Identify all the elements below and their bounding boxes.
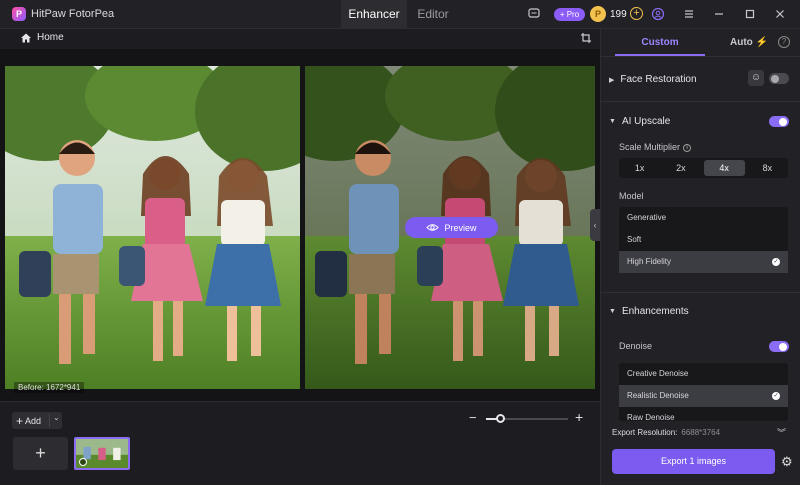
coin-count: 199 <box>610 9 627 20</box>
crop-icon[interactable] <box>580 32 592 44</box>
model-option-soft[interactable]: Soft <box>619 229 788 251</box>
scale-option-1x[interactable]: 1x <box>619 158 660 178</box>
face-icon[interactable]: ☺ <box>748 70 764 86</box>
model-list: Generative Soft High Fidelity ✓ <box>619 207 788 273</box>
tab-enhancer[interactable]: Enhancer <box>341 0 407 29</box>
divider <box>601 101 800 102</box>
ai-upscale-toggle[interactable] <box>769 116 789 127</box>
scale-multiplier-label: Scale Multiplier i <box>619 142 692 152</box>
face-restoration-toggle[interactable] <box>769 73 789 84</box>
pro-upgrade-button[interactable]: + Pro <box>554 8 585 21</box>
bottom-toolbar: + Add ⌄ − + + <box>0 401 600 485</box>
ai-upscale-header[interactable]: ▼ AI Upscale <box>609 116 670 127</box>
before-size-label: Before: 1672*941 <box>14 382 85 393</box>
tab-editor[interactable]: Editor <box>410 0 456 29</box>
close-icon[interactable] <box>773 7 787 21</box>
enhancements-label: Enhancements <box>621 306 689 317</box>
divider <box>601 292 800 293</box>
model-label: Model <box>619 191 644 201</box>
tab-custom[interactable]: Custom <box>601 29 719 56</box>
add-image-button[interactable]: + <box>13 437 68 470</box>
minimize-icon[interactable] <box>712 7 726 21</box>
help-icon[interactable]: ? <box>778 36 790 48</box>
denoise-option-label: Realistic Denoise <box>627 391 689 400</box>
double-chevron-down-icon[interactable]: ︾ <box>777 426 786 439</box>
check-icon: ✓ <box>772 258 780 266</box>
app-logo: P <box>12 7 26 21</box>
export-button[interactable]: Export 1 images <box>612 449 775 474</box>
info-icon[interactable]: i <box>683 144 692 152</box>
export-resolution-value: 6688*3764 <box>681 428 721 437</box>
preview-label: Preview <box>444 222 477 233</box>
check-icon: ✓ <box>772 392 780 400</box>
denoise-option-realistic[interactable]: Realistic Denoise ✓ <box>619 385 788 407</box>
account-icon[interactable] <box>651 7 665 21</box>
thumbnail-status-icon <box>79 458 87 466</box>
collapse-icon: ▼ <box>609 308 616 315</box>
image-canvas: Before: 1672*941 Preview ‹ <box>0 49 600 401</box>
scale-option-4x[interactable]: 4x <box>703 160 745 176</box>
denoise-option-creative[interactable]: Creative Denoise <box>619 363 788 385</box>
model-option-generative[interactable]: Generative <box>619 207 788 229</box>
coin-icon: P <box>590 6 606 22</box>
app-title: HitPaw FotorPea <box>31 8 115 20</box>
before-image[interactable] <box>5 66 300 389</box>
export-resolution: Export Resolution: 6688*3764 <box>612 428 720 437</box>
export-resolution-label: Export Resolution: <box>612 428 678 437</box>
face-restoration-label: Face Restoration <box>620 74 697 85</box>
denoise-list: Creative Denoise Realistic Denoise ✓ Raw… <box>619 363 788 421</box>
zoom-slider[interactable] <box>486 414 568 423</box>
chat-icon[interactable] <box>527 7 541 21</box>
model-option-high-fidelity[interactable]: High Fidelity ✓ <box>619 251 788 273</box>
divider <box>601 56 800 57</box>
ai-upscale-label: AI Upscale <box>621 116 671 127</box>
denoise-toggle[interactable] <box>769 341 789 352</box>
divider <box>49 414 50 427</box>
scale-multiplier-text: Scale Multiplier <box>619 142 681 152</box>
tab-auto-label: Auto <box>729 37 753 48</box>
settings-panel: Custom Auto ⚡ ? ▶ Face Restoration ☺ ▼ A… <box>600 29 800 485</box>
zoom-in-button[interactable]: + <box>575 409 583 425</box>
zoom-handle[interactable] <box>496 414 505 423</box>
lightning-icon: ⚡ <box>755 37 768 48</box>
title-bar: P HitPaw FotorPea Enhancer Editor + Pro … <box>0 0 800 29</box>
denoise-option-raw[interactable]: Raw Denoise <box>619 407 788 421</box>
home-icon[interactable] <box>20 32 32 44</box>
breadcrumb: Home <box>0 29 600 49</box>
eye-icon <box>426 224 440 231</box>
preview-button[interactable]: Preview <box>405 217 498 238</box>
enhancements-header[interactable]: ▼ Enhancements <box>609 306 689 317</box>
add-coins-button[interactable]: + <box>630 7 643 20</box>
add-label: Add <box>25 415 42 426</box>
scale-option-2x[interactable]: 2x <box>660 158 701 178</box>
face-restoration-header[interactable]: ▶ Face Restoration <box>609 74 697 85</box>
plus-icon: + <box>16 413 24 428</box>
collapse-panel-handle[interactable]: ‹ <box>590 209 600 241</box>
expand-icon: ▶ <box>609 76 615 84</box>
home-link[interactable]: Home <box>37 32 64 43</box>
scale-option-8x[interactable]: 8x <box>747 158 788 178</box>
gear-icon[interactable]: ⚙ <box>781 454 793 470</box>
tab-auto[interactable]: Auto ⚡ <box>719 29 779 56</box>
add-button[interactable]: + Add ⌄ <box>12 412 62 429</box>
menu-icon[interactable] <box>682 7 696 21</box>
chevron-down-icon[interactable]: ⌄ <box>53 413 60 422</box>
denoise-label: Denoise <box>619 341 653 351</box>
scale-multiplier-selector: 1x 2x 4x 8x <box>619 158 788 178</box>
maximize-icon[interactable] <box>743 7 757 21</box>
zoom-out-button[interactable]: − <box>469 410 477 425</box>
model-option-label: High Fidelity <box>627 257 672 266</box>
image-thumbnail[interactable] <box>74 437 130 470</box>
collapse-icon: ▼ <box>609 118 616 125</box>
